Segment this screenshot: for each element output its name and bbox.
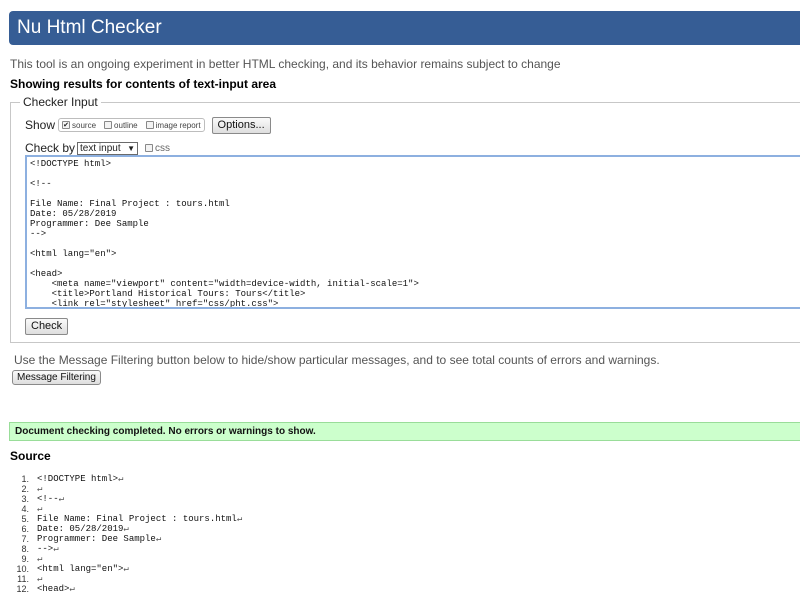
line-number: 1. [21,474,29,484]
show-outline-checkbox[interactable] [104,121,113,129]
source-heading: Source [10,449,51,463]
editor-line: File Name: Final Project : tours.html [30,199,230,209]
editor-line: --> [30,229,47,239]
newline-icon: ↵ [236,514,243,524]
options-button[interactable]: Options... [211,116,271,134]
show-options-group: ✔ source outline image report [58,118,205,132]
source-line: 10. <html lang="en"> ↵ [10,564,790,574]
check-by-value: text input [80,142,121,154]
newline-icon: ↵ [37,574,43,584]
css-label: css [155,142,171,154]
editor-line: Date: 05/28/2019 [30,209,117,219]
success-message: Document checking completed. No errors o… [9,422,800,441]
source-line: 7. Programmer: Dee Sample ↵ [10,534,790,544]
source-line: 9. ↵ [10,554,790,564]
line-number: 6. [21,524,29,534]
check-by-select[interactable]: text input ▼ [77,141,139,155]
checker-input-legend: Checker Input [23,95,98,109]
source-line: 8. --> ↵ [10,544,790,554]
source-line: 11. ↵ [10,574,790,584]
editor-line: <meta name="viewport" content="width=dev… [30,279,419,289]
newline-icon: ↵ [37,484,43,494]
check-by-row: Check by text input ▼ css [25,140,170,156]
newline-icon: ↵ [58,494,65,504]
line-code: <!DOCTYPE html> [37,474,119,484]
newline-icon: ↵ [118,474,124,484]
editor-line: Programmer: Dee Sample [30,219,149,229]
source-textarea[interactable]: <!DOCTYPE html> <!-- File Name: Final Proj… [25,155,800,309]
line-code: Date: 05/28/2019 [37,524,124,534]
newline-icon: ↵ [37,554,43,564]
editor-line: <head> [30,269,63,279]
line-code: <html lang="en"> [37,564,124,574]
line-number: 4. [21,504,29,514]
source-line: 12. <head> ↵ [10,584,790,594]
source-line: 6. Date: 05/28/2019 ↵ [10,524,790,534]
check-by-label: Check by [25,141,76,155]
tagline: This tool is an ongoing experiment in be… [10,57,561,71]
line-code: Programmer: Dee Sample [37,534,156,544]
css-option[interactable]: css [145,143,170,154]
app-header: Nu Html Checker [9,11,800,45]
source-line: 5. File Name: Final Project : tours.html ↵ [10,514,790,524]
editor-line: <title>Portland Historical Tours: Tours<… [30,289,306,299]
app-title: Nu Html Checker [17,17,162,38]
show-image-report-checkbox[interactable] [145,121,154,129]
show-source-label: source [72,120,97,130]
source-line: 3. <!-- ↵ [10,494,790,504]
show-label: Show [25,118,56,132]
show-source-checkbox[interactable]: ✔ [62,121,71,129]
show-image-report-label: image report [155,120,201,130]
results-heading: Showing results for contents of text-inp… [10,77,277,91]
line-code: --> [37,544,54,554]
source-line: 2. ↵ [10,484,790,494]
css-checkbox[interactable] [145,144,154,152]
line-number: 5. [21,514,29,524]
show-outline-label: outline [114,120,138,130]
line-code: File Name: Final Project : tours.html [37,514,237,524]
dropdown-arrow-icon: ▼ [127,143,136,153]
source-line: 4. ↵ [10,504,790,514]
newline-icon: ↵ [123,564,129,574]
editor-line: <html lang="en"> [30,249,117,259]
line-number: 8. [21,544,29,554]
source-line: 1. <!DOCTYPE html> ↵ [10,474,790,484]
newline-icon: ↵ [155,534,162,544]
editor-line: <!DOCTYPE html> [30,159,112,169]
line-number: 2. [21,484,29,494]
line-code: <!-- [37,494,59,504]
show-source-option[interactable]: ✔ source [62,121,96,130]
newline-icon: ↵ [53,544,59,554]
newline-icon: ↵ [37,504,43,514]
check-button[interactable]: Check [25,318,69,335]
line-number: 3. [21,494,29,504]
editor-line: <link rel="stylesheet" href="css/pht.css… [30,299,279,309]
line-code: <head> [37,584,70,594]
line-number: 12. [16,584,29,594]
line-number: 7. [21,534,29,544]
source-listing: 1. <!DOCTYPE html> ↵ 2. ↵ 3. <!-- ↵ 4. ↵ 5. File Na… [10,474,790,594]
line-number: 10. [16,564,29,574]
newline-icon: ↵ [123,524,129,534]
filter-instructions: Use the Message Filtering button below t… [14,353,660,367]
editor-line: <!-- [30,179,52,189]
show-image-report-option[interactable]: image report [145,120,201,130]
line-number: 9. [21,554,29,564]
message-filtering-button[interactable]: Message Filtering [12,370,101,385]
show-options-row: Show ✔ source outline image report Optio… [25,116,271,134]
newline-icon: ↵ [69,584,75,594]
line-number: 11. [17,574,29,584]
show-outline-option[interactable]: outline [104,121,138,130]
